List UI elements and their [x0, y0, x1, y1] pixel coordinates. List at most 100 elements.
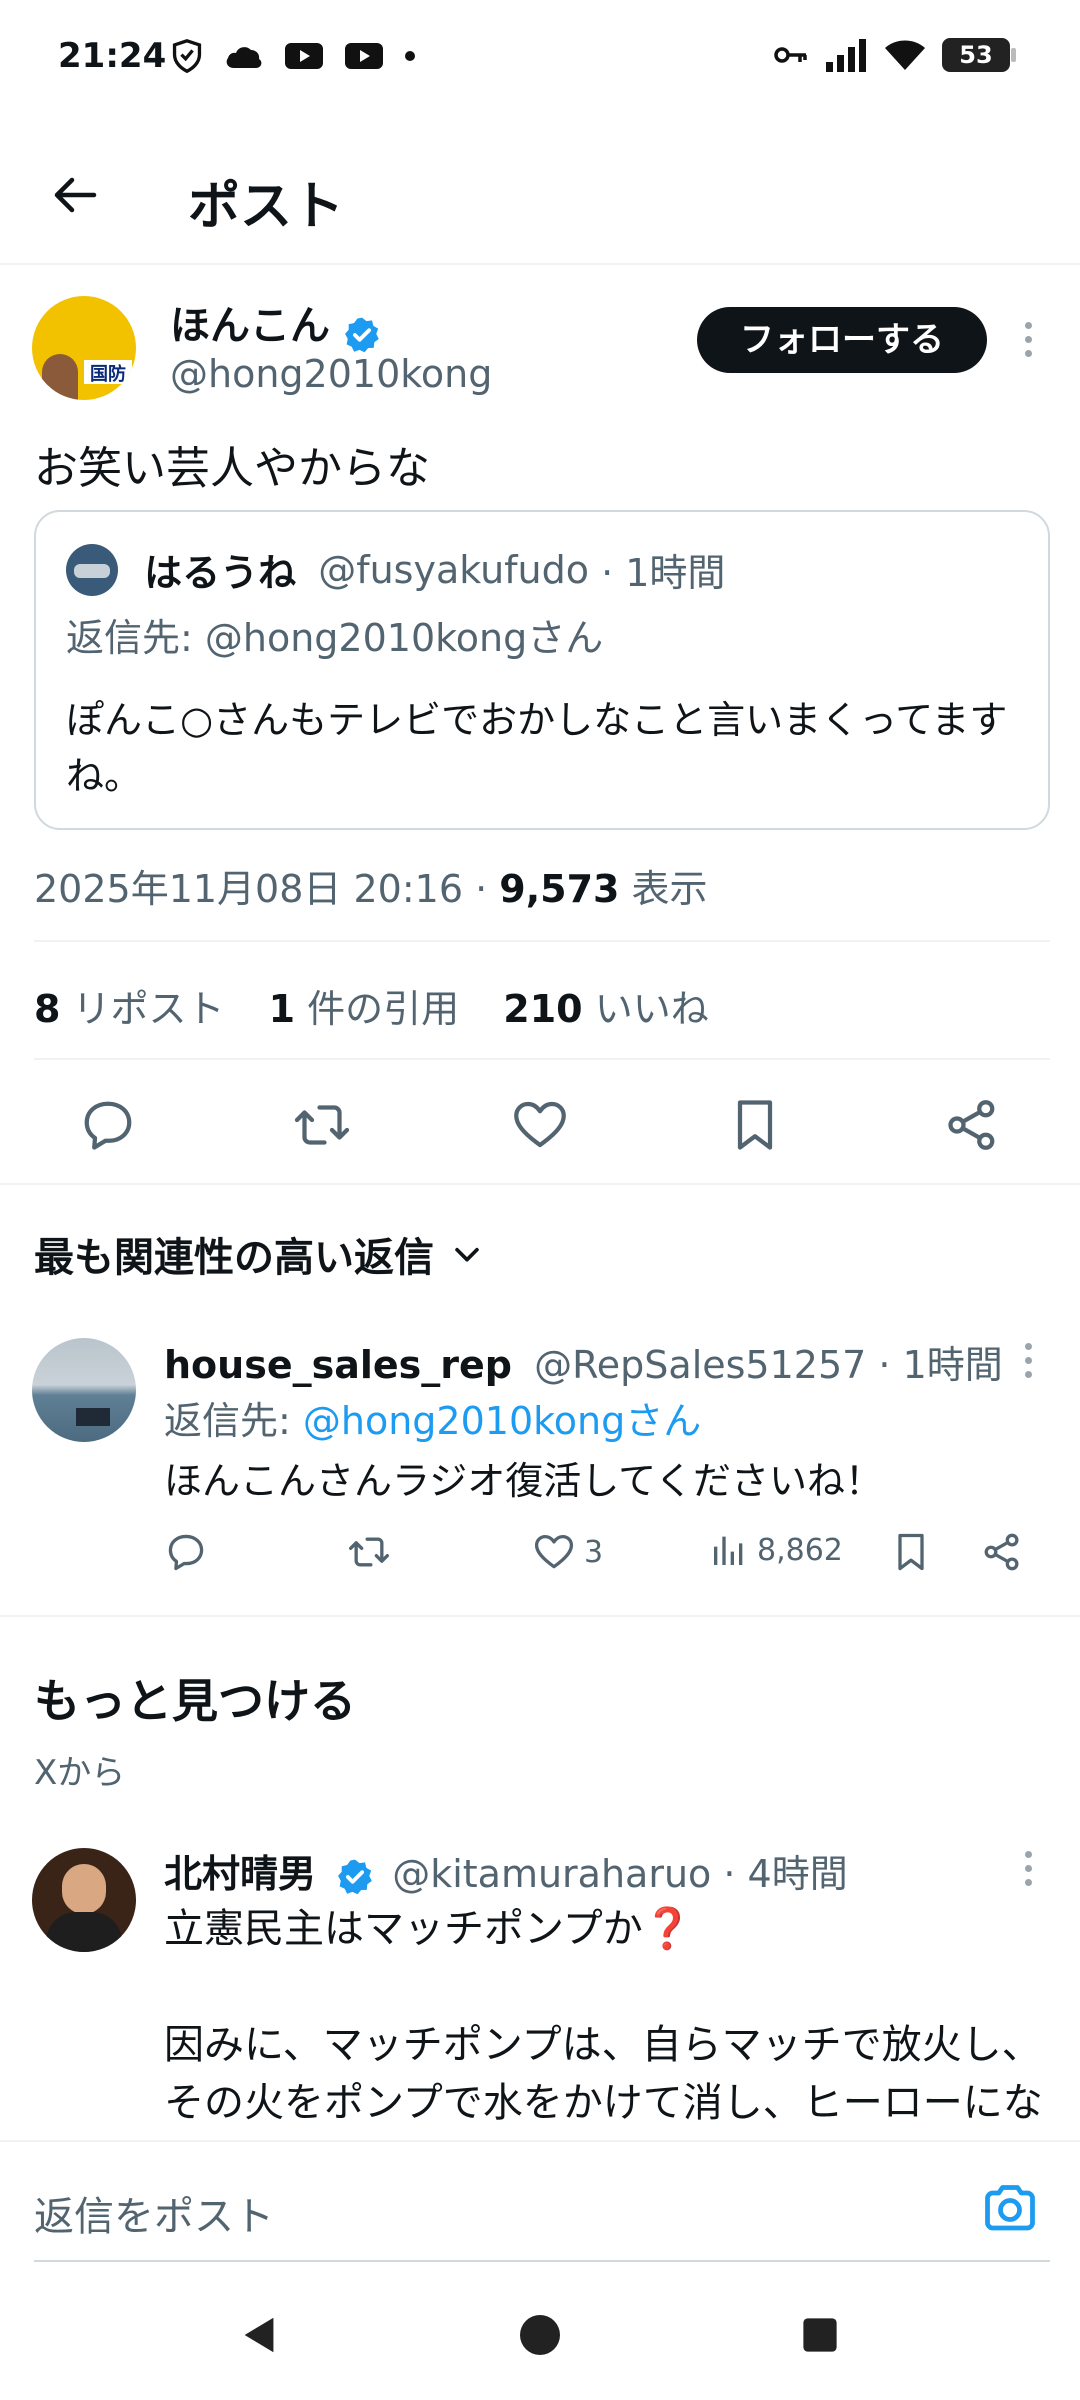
system-navigation-bar — [0, 2270, 1080, 2400]
reply-input[interactable]: 返信をポスト — [34, 2184, 274, 2242]
reply-share-button[interactable] — [980, 1530, 1024, 1574]
reply-view-count: 8,862 — [757, 1532, 843, 1568]
quote-time: · 1時間 — [589, 551, 726, 595]
back-button[interactable] — [40, 160, 110, 230]
likes-stat[interactable]: 210 いいね — [503, 987, 708, 1031]
chevron-down-icon — [455, 1247, 479, 1262]
bookmark-icon — [898, 1533, 924, 1571]
quote-author-handle: @fusyakufudo — [318, 547, 589, 592]
system-icons: 53 — [774, 38, 1016, 72]
arrow-left-icon — [54, 177, 97, 213]
recommended-author-name[interactable]: 北村晴男 — [164, 1852, 316, 1896]
quote-avatar — [66, 543, 118, 596]
divider — [34, 1058, 1050, 1060]
square-recents-icon — [803, 2318, 837, 2352]
heart-icon — [514, 1101, 566, 1148]
like-button[interactable] — [510, 1095, 570, 1155]
dot-icon — [405, 51, 415, 61]
follow-button[interactable]: フォローする — [697, 307, 987, 373]
notification-icons — [170, 38, 416, 74]
author-name-row: ほんこん — [170, 293, 381, 354]
post-text: お笑い芸人やからな — [34, 443, 430, 494]
discover-subtitle: Xから — [34, 1753, 126, 1793]
reply-repost-button[interactable] — [347, 1530, 391, 1574]
reply-compose-bar: 返信をポスト — [0, 2140, 1080, 2270]
signal-icon — [826, 39, 866, 72]
camera-icon — [985, 2185, 1035, 2231]
author-avatar[interactable]: 国防 — [32, 296, 136, 400]
reply-more-button[interactable] — [1008, 1330, 1048, 1390]
reply-icon — [168, 1534, 204, 1571]
youtube-icon — [285, 43, 323, 69]
reply-header: house_sales_rep @RepSales51257 · 1時間 — [164, 1334, 1003, 1389]
quote-header: はるうね @fusyakufudo · 1時間 — [66, 542, 725, 597]
post-action-bar — [0, 1085, 1080, 1165]
circle-home-icon — [520, 2315, 560, 2355]
reply-reply-to: 返信先: @hong2010kongさん — [164, 1399, 702, 1443]
post-meta: 2025年11月08日 20:16 · 9,573 表示 — [34, 858, 708, 913]
quotes-stat[interactable]: 1 件の引用 — [269, 987, 460, 1031]
replies-sort-dropdown[interactable]: 最も関連性の高い返信 — [34, 1225, 484, 1283]
post-more-button[interactable] — [1008, 309, 1048, 369]
share-button[interactable] — [942, 1095, 1002, 1155]
bookmark-button[interactable] — [725, 1095, 785, 1155]
discover-title: もっと見つける — [34, 1674, 356, 1728]
reply-to-link[interactable]: @hong2010kongさん — [303, 1399, 701, 1443]
quote-reply-to: 返信先: @hong2010kongさん — [66, 616, 604, 660]
views-count: 9,573 — [499, 867, 620, 911]
quote-author-name: はるうね — [144, 551, 297, 595]
reply-time: · 1時間 — [866, 1343, 1003, 1387]
input-underline — [34, 2260, 1050, 2262]
reply-icon — [84, 1101, 132, 1150]
recommended-avatar[interactable] — [32, 1848, 136, 1952]
battery-indicator: 53 — [942, 38, 1016, 72]
heart-icon — [534, 1534, 574, 1569]
analytics-icon — [714, 1536, 743, 1565]
youtube-icon — [345, 43, 383, 69]
repost-button[interactable] — [292, 1095, 352, 1155]
reply-button[interactable] — [78, 1095, 138, 1155]
author-name[interactable]: ほんこん — [170, 303, 330, 349]
cloud-icon — [226, 47, 262, 68]
reply-bookmark-button[interactable] — [889, 1530, 933, 1574]
reposts-stat[interactable]: 8 リポスト — [34, 987, 225, 1031]
quoted-post[interactable]: はるうね @fusyakufudo · 1時間 返信先: @hong2010ko… — [34, 510, 1050, 830]
key-icon — [774, 47, 807, 63]
wifi-icon — [885, 40, 925, 70]
page-title: ポスト — [188, 177, 345, 237]
quote-text: ぽんこ○さんもテレビでおかしなこと言いまくってますね。 — [66, 698, 1008, 798]
verified-badge-icon — [345, 317, 379, 352]
repost-icon — [294, 1105, 350, 1145]
reply-avatar[interactable] — [32, 1338, 136, 1442]
replies-sort-label: 最も関連性の高い返信 — [34, 1235, 434, 1281]
recommended-author-handle[interactable]: @kitamuraharuo — [392, 1852, 711, 1896]
recommended-more-button[interactable] — [1008, 1838, 1048, 1898]
reply-author-name[interactable]: house_sales_rep — [164, 1343, 512, 1387]
nav-recents-button[interactable] — [785, 2300, 855, 2370]
status-bar: 21:24 53 — [0, 0, 1080, 115]
views-label: 表示 — [619, 867, 708, 911]
bookmark-icon — [737, 1100, 773, 1150]
reply-text: ほんこんさんラジオ復活してくださいね！ — [164, 1459, 883, 1503]
nav-home-button[interactable] — [505, 2300, 575, 2370]
reply-views-button[interactable]: 8,862 — [709, 1530, 843, 1570]
reply-like-count: 3 — [584, 1534, 604, 1570]
repost-icon — [349, 1537, 389, 1567]
recommended-header: 北村晴男 @kitamuraharuo · 4時間 — [164, 1843, 848, 1898]
author-handle[interactable]: @hong2010kong — [170, 352, 492, 396]
share-icon — [984, 1533, 1019, 1571]
reply-author-handle[interactable]: @RepSales51257 — [534, 1343, 866, 1387]
status-time: 21:24 — [58, 36, 167, 76]
app-header: ポスト — [0, 140, 1080, 265]
nav-back-button[interactable] — [225, 2300, 295, 2370]
verified-badge-icon — [338, 1859, 372, 1894]
triangle-back-icon — [244, 2317, 274, 2353]
reply-like-button[interactable]: 3 — [532, 1530, 603, 1574]
share-icon — [948, 1100, 995, 1150]
camera-button[interactable] — [980, 2178, 1040, 2238]
reply-action-bar: 3 8,862 — [164, 1530, 1044, 1580]
post-stats: 8 リポスト 1 件の引用 210 いいね — [34, 978, 709, 1033]
reply-reply-button[interactable] — [164, 1530, 208, 1574]
divider — [0, 1183, 1080, 1185]
divider — [34, 940, 1050, 942]
